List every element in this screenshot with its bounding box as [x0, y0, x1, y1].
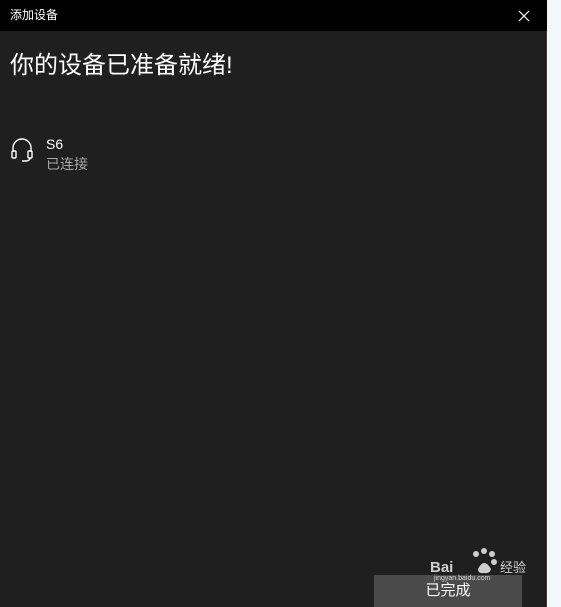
page-heading: 你的设备已准备就绪! — [10, 52, 233, 79]
headset-icon — [11, 138, 33, 162]
device-status: 已连接 — [46, 156, 88, 172]
window-title: 添加设备 — [10, 8, 59, 22]
baidu-jingyan-watermark: Bai 经验 jingyan.baidu.com — [430, 548, 526, 582]
svg-text:jingyan.baidu.com: jingyan.baidu.com — [433, 575, 491, 582]
add-device-window: 添加设备 你的设备已准备就绪! S6 已连接 已完成 Bai 经验 jingya… — [0, 0, 547, 607]
device-name: S6 — [46, 136, 64, 152]
close-button[interactable] — [501, 0, 547, 31]
title-bar: 添加设备 — [0, 0, 547, 31]
svg-text:Bai: Bai — [430, 559, 453, 576]
svg-text:经验: 经验 — [500, 560, 526, 576]
close-icon — [518, 10, 530, 21]
device-item[interactable]: S6 已连接 — [10, 134, 310, 178]
